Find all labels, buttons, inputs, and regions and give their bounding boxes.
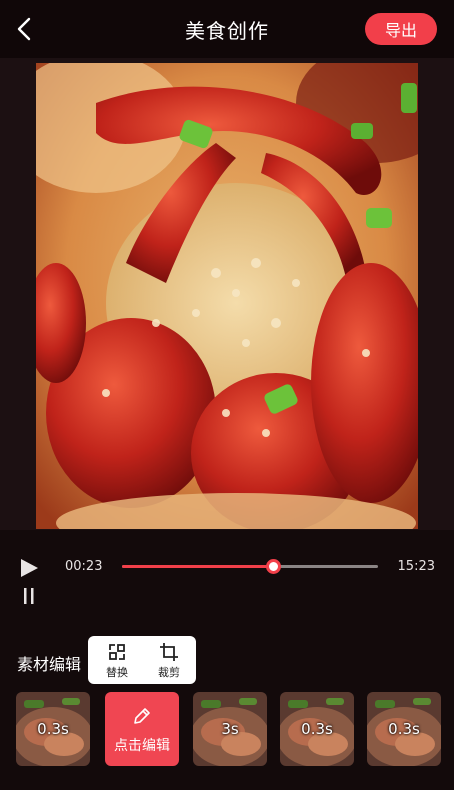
clip-item[interactable]: 0.3s: [16, 692, 90, 766]
crop-icon: [160, 643, 178, 661]
section-label: 素材编辑: [17, 655, 82, 674]
pause-icon[interactable]: [21, 587, 37, 605]
play-icon[interactable]: [18, 558, 40, 578]
crop-button[interactable]: 裁剪: [144, 640, 194, 682]
clip-item[interactable]: 0.3s: [280, 692, 354, 766]
export-button[interactable]: 导出: [365, 13, 437, 45]
clip-duration: 0.3s: [301, 720, 333, 738]
current-time: 00:23: [65, 559, 103, 574]
progress-fill: [122, 565, 274, 568]
progress-thumb[interactable]: [265, 559, 281, 574]
playback-controls: 00:23 15:23: [0, 530, 454, 610]
clip-duration: 0.3s: [388, 720, 420, 738]
replace-button[interactable]: 替换: [92, 640, 142, 682]
clip-duration: 0.3s: [37, 720, 69, 738]
edit-popover: 替换 裁剪: [88, 636, 196, 684]
pencil-icon: [134, 708, 150, 724]
replace-icon: [109, 644, 125, 660]
clip-strip: 0.3s 点击编辑 3s 0.3s 0.3s: [0, 692, 454, 768]
crop-label: 裁剪: [158, 666, 180, 679]
total-time: 15:23: [397, 559, 435, 574]
crawfish-photo: [36, 63, 418, 529]
clip-item[interactable]: 0.3s: [367, 692, 441, 766]
top-bar: 美食创作 导出: [0, 0, 454, 58]
edit-clip-button[interactable]: 点击编辑: [105, 692, 179, 766]
edit-clip-label: 点击编辑: [114, 738, 170, 754]
replace-label: 替换: [106, 666, 128, 679]
clip-duration: 3s: [221, 720, 239, 738]
progress-slider[interactable]: [122, 559, 378, 574]
clip-item[interactable]: 3s: [193, 692, 267, 766]
video-preview: [0, 58, 454, 530]
